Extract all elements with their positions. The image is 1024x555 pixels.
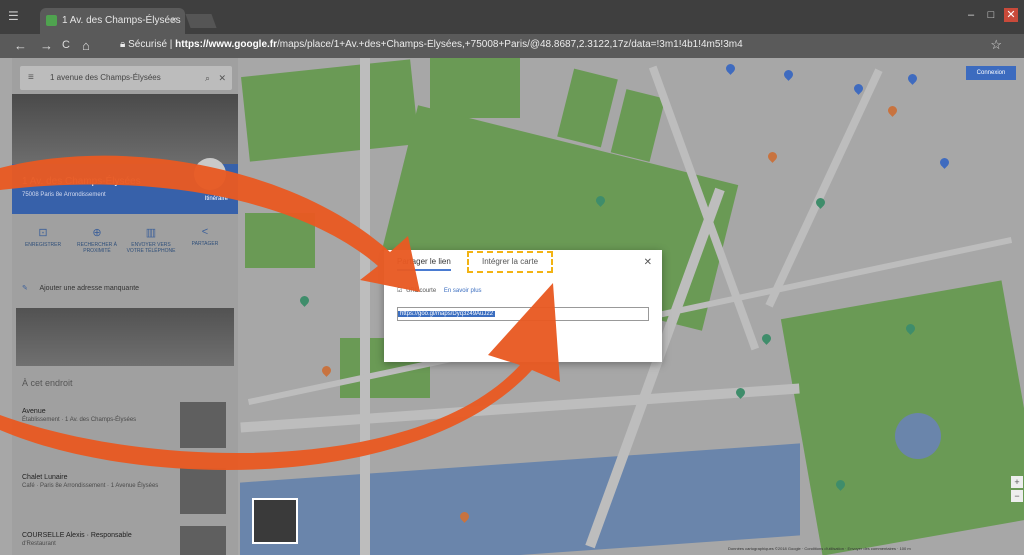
send-to-phone-button[interactable]: ▥ ENVOYER VERS VOTRE TÉLÉPHONE — [126, 226, 176, 254]
satellite-toggle[interactable] — [252, 498, 298, 544]
list-item-desc: Établissement · 1 Av. des Champs-Élysées — [22, 417, 137, 423]
place-header: 1 Av. des Champs-Élysées 75008 Paris 8e … — [12, 158, 238, 214]
close-icon[interactable]: ✕ — [218, 66, 226, 90]
edit-icon: ✎ — [22, 285, 28, 292]
place-sidebar: ≡ 1 avenue des Champs-Élysées ⌕ ✕ 1 Av. … — [12, 58, 238, 555]
list-item-thumbnail — [180, 468, 226, 514]
park-area — [430, 58, 520, 118]
back-button[interactable]: ← — [14, 38, 27, 53]
seine-river — [240, 443, 800, 555]
search-input[interactable]: ≡ 1 avenue des Champs-Élysées ⌕ ✕ — [20, 66, 232, 90]
browser-tabstrip: ☰ 1 Av. des Champs-Élysées × – □ ✕ — [0, 0, 1024, 34]
search-value: 1 avenue des Champs-Élysées — [50, 73, 161, 82]
place-photo[interactable] — [12, 94, 238, 164]
browser-menu-icon[interactable]: ☰ — [8, 9, 22, 23]
list-item-desc: d'Restaurant — [22, 541, 56, 547]
map-attribution: Données cartographiques ©2018 Google · C… — [728, 546, 911, 551]
short-url-checkbox[interactable]: ☑︎ URL courte En savoir plus — [397, 287, 482, 294]
add-missing-address-label: Ajouter une adresse manquante — [39, 285, 140, 292]
place-title: 1 Av. des Champs-Élysées — [22, 176, 141, 187]
add-missing-address[interactable]: ✎ Ajouter une adresse manquante — [22, 284, 139, 292]
tab-embed-map[interactable]: Intégrer la carte — [467, 251, 553, 273]
send-to-phone-label: ENVOYER VERS VOTRE TÉLÉPHONE — [126, 242, 176, 254]
zoom-in-button[interactable]: + — [1011, 476, 1023, 488]
list-item-thumbnail — [180, 402, 226, 448]
short-url-label: URL courte — [406, 288, 437, 294]
save-label: ENREGISTRER — [24, 242, 62, 248]
reload-button[interactable]: C — [62, 39, 70, 51]
search-icon[interactable]: ⌕ — [205, 66, 210, 90]
url-host: https://www.google.fr — [175, 39, 278, 50]
share-icon: < — [201, 226, 209, 238]
list-item[interactable]: Chalet Lunaire Café · Paris 8e Arrondiss… — [22, 468, 232, 514]
new-tab-button[interactable] — [185, 14, 217, 28]
directions-icon[interactable] — [194, 158, 226, 190]
tab-share-link[interactable]: Partager le lien — [397, 257, 451, 271]
nearby-section-title: À cet endroit — [22, 378, 73, 388]
checkbox-icon: ☑︎ — [397, 288, 403, 294]
map-pin-icon[interactable] — [760, 332, 773, 345]
window-minimize-button[interactable]: – — [964, 8, 978, 22]
lock-icon: 🔒︎ — [120, 39, 126, 50]
share-url-value: https://goo.gl/maps/Dyq3z49AuJ22 — [398, 311, 496, 317]
place-actions: ⊡ ENREGISTRER ⊕ RECHERCHER À PROXIMITÉ ▥… — [12, 222, 238, 274]
pond-area — [895, 413, 941, 459]
place-subtitle: 75008 Paris 8e Arrondissement — [22, 192, 106, 198]
tab-close-icon[interactable]: × — [171, 8, 177, 34]
map-pin-icon[interactable] — [906, 72, 919, 85]
street-view-photo[interactable] — [16, 308, 234, 366]
directions-label[interactable]: Itinéraire — [205, 196, 228, 202]
share-url-input[interactable]: https://goo.gl/maps/Dyq3z49AuJ22 — [397, 307, 649, 321]
map-pin-icon[interactable] — [886, 104, 899, 117]
zoom-out-button[interactable]: − — [1011, 490, 1023, 502]
maps-favicon-icon — [46, 15, 57, 26]
home-button[interactable]: ⌂ — [82, 38, 90, 53]
address-bar: ← → C ⌂ 🔒︎ Sécurisé | https://www.google… — [0, 34, 1024, 58]
list-item-thumbnail — [180, 526, 226, 555]
sign-in-button[interactable]: Connexion — [966, 66, 1016, 80]
nearby-icon: ⊕ — [92, 227, 102, 239]
forward-button[interactable]: → — [40, 38, 53, 53]
park-area — [610, 89, 666, 162]
map-pin-icon[interactable] — [724, 62, 737, 75]
road — [360, 58, 370, 555]
window-maximize-button[interactable]: □ — [984, 8, 998, 22]
park-area — [241, 59, 419, 162]
dialog-close-icon[interactable]: ✕ — [644, 257, 652, 268]
share-label: PARTAGER — [191, 241, 219, 247]
secure-label: Sécurisé — [128, 39, 168, 50]
save-button[interactable]: ⊡ ENREGISTRER — [18, 226, 68, 248]
map-pin-icon[interactable] — [782, 68, 795, 81]
bookmark-icon: ⊡ — [38, 227, 48, 239]
share-button[interactable]: < PARTAGER — [180, 226, 230, 247]
url-path: /maps/place/1+Av.+des+Champs-Élysées,+75… — [277, 39, 743, 50]
share-dialog: Partager le lien Intégrer la carte ✕ ☑︎ … — [384, 250, 662, 362]
map-pin-icon[interactable] — [320, 364, 333, 377]
map-pin-icon[interactable] — [298, 294, 311, 307]
map-pin-icon[interactable] — [766, 150, 779, 163]
tab-title: 1 Av. des Champs-Élysées — [62, 15, 181, 26]
search-nearby-label: RECHERCHER À PROXIMITÉ — [76, 242, 117, 254]
list-item[interactable]: COURSELLE Alexis · Responsable d'Restaur… — [22, 526, 232, 555]
url-field[interactable]: 🔒︎ Sécurisé | https://www.google.fr/maps… — [120, 39, 970, 50]
hamburger-menu-icon[interactable]: ≡ — [28, 66, 34, 90]
bookmark-star-icon[interactable]: ☆ — [990, 37, 1002, 53]
window-close-button[interactable]: ✕ — [1004, 8, 1018, 22]
park-area — [557, 68, 618, 148]
search-nearby-button[interactable]: ⊕ RECHERCHER À PROXIMITÉ — [72, 226, 122, 254]
park-area — [245, 213, 315, 268]
phone-icon: ▥ — [145, 227, 157, 239]
list-item[interactable]: Avenue Établissement · 1 Av. des Champs-… — [22, 402, 232, 448]
list-item-desc: Café · Paris 8e Arrondissement · 1 Avenu… — [22, 483, 159, 489]
map-pin-icon[interactable] — [938, 156, 951, 169]
road — [240, 383, 800, 433]
browser-tab-active[interactable]: 1 Av. des Champs-Élysées × — [40, 8, 185, 34]
learn-more-link[interactable]: En savoir plus — [444, 288, 482, 294]
